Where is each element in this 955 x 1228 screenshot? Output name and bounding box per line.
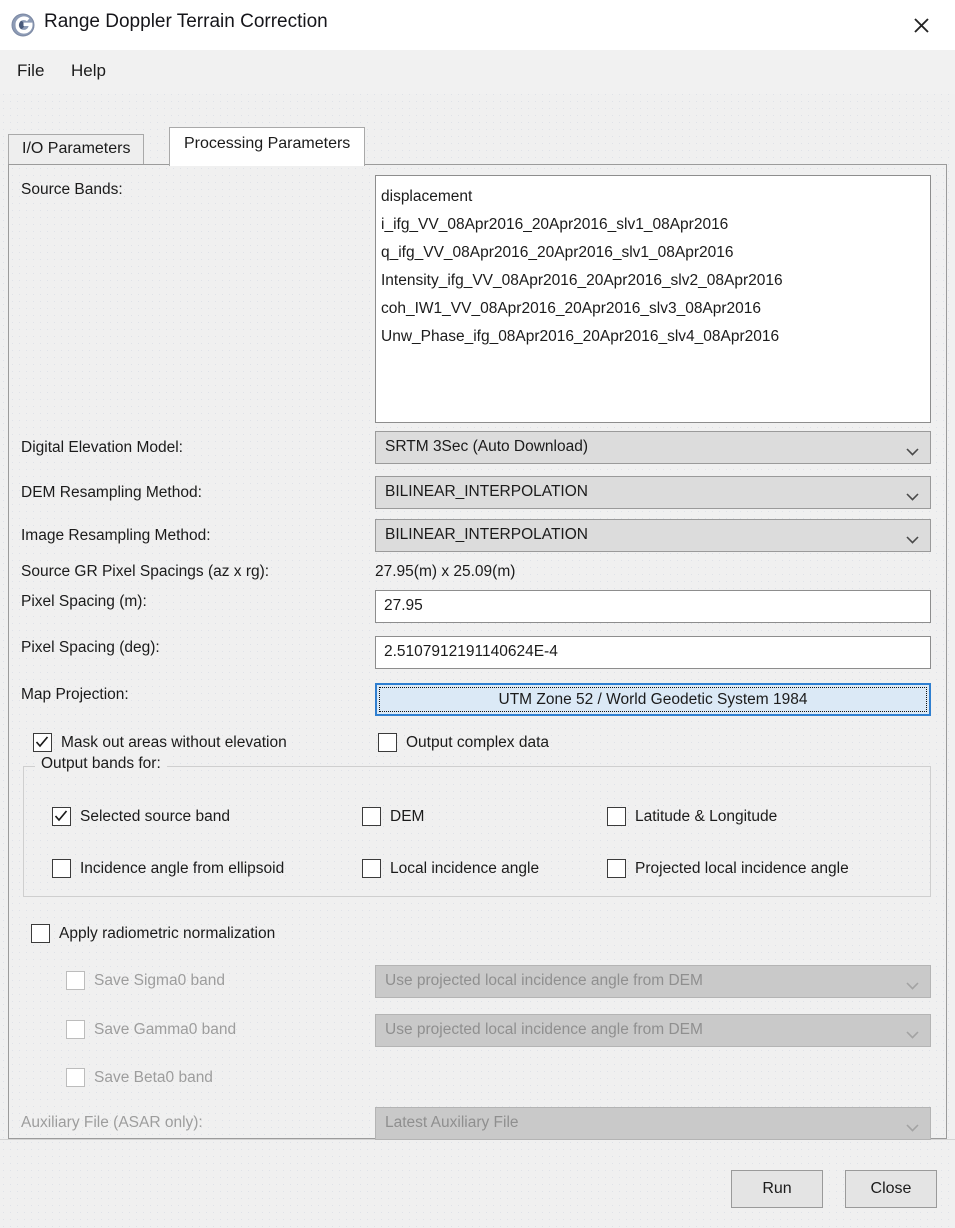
checkbox-projected-local-incidence-angle[interactable]: Projected local incidence angle	[607, 859, 849, 878]
image-resampling-label: Image Resampling Method:	[21, 527, 211, 544]
processing-parameters-panel: Source Bands: displacement i_ifg_VV_08Ap…	[8, 164, 947, 1140]
dem-value: SRTM 3Sec (Auto Download)	[385, 438, 589, 455]
checkbox-checked-icon	[33, 733, 52, 752]
menu-bar: File Help	[0, 50, 955, 94]
list-item[interactable]: i_ifg_VV_08Apr2016_20Apr2016_slv1_08Apr2…	[381, 211, 930, 239]
checkbox-unchecked-icon	[52, 859, 71, 878]
menu-item-file[interactable]: File	[14, 61, 47, 81]
source-gr-spacings-label: Source GR Pixel Spacings (az x rg):	[21, 563, 270, 580]
checkbox-projected-local-incidence-angle-label: Projected local incidence angle	[635, 859, 849, 877]
checkbox-output-complex-data-label: Output complex data	[406, 733, 550, 751]
gamma0-incidence-angle-value: Use projected local incidence angle from…	[385, 1021, 703, 1038]
dem-resampling-value: BILINEAR_INTERPOLATION	[385, 483, 588, 500]
dem-resampling-combobox[interactable]: BILINEAR_INTERPOLATION	[375, 476, 931, 509]
checkbox-selected-source-band[interactable]: Selected source band	[52, 807, 230, 826]
output-bands-group: Output bands for: Selected source band D…	[23, 755, 931, 897]
chevron-down-icon	[906, 443, 919, 456]
checkbox-unchecked-icon	[378, 733, 397, 752]
checkbox-mask-out-areas-label: Mask out areas without elevation	[61, 733, 287, 751]
checkbox-save-sigma0-band: Save Sigma0 band	[66, 971, 225, 990]
checkbox-unchecked-icon	[607, 859, 626, 878]
checkbox-mask-out-areas[interactable]: Mask out areas without elevation	[33, 733, 287, 752]
output-bands-legend: Output bands for:	[35, 755, 167, 773]
checkbox-save-beta0-band-label: Save Beta0 band	[94, 1068, 213, 1086]
checkbox-unchecked-icon	[607, 807, 626, 826]
checkbox-unchecked-icon	[31, 924, 50, 943]
auxiliary-file-combobox: Latest Auxiliary File	[375, 1107, 931, 1140]
snap-app-icon	[10, 12, 36, 38]
auxiliary-file-value: Latest Auxiliary File	[385, 1114, 519, 1131]
chevron-down-icon	[906, 488, 919, 501]
source-bands-label: Source Bands:	[21, 181, 123, 198]
map-projection-label: Map Projection:	[21, 686, 129, 703]
pixel-spacing-m-value: 27.95	[384, 597, 423, 614]
image-resampling-value: BILINEAR_INTERPOLATION	[385, 526, 588, 543]
checkbox-apply-radiometric-normalization[interactable]: Apply radiometric normalization	[31, 924, 275, 943]
pixel-spacing-deg-input[interactable]: 2.5107912191140624E-4	[375, 636, 931, 669]
tab-processing-parameters[interactable]: Processing Parameters	[169, 127, 366, 166]
checkbox-checked-icon	[52, 807, 71, 826]
pixel-spacing-m-input[interactable]: 27.95	[375, 590, 931, 623]
list-item[interactable]: displacement	[381, 183, 930, 211]
list-item[interactable]: Unw_Phase_ifg_08Apr2016_20Apr2016_slv4_0…	[381, 323, 930, 351]
source-bands-list[interactable]: displacement i_ifg_VV_08Apr2016_20Apr201…	[375, 175, 931, 423]
dem-label: Digital Elevation Model:	[21, 439, 183, 456]
checkbox-save-sigma0-band-label: Save Sigma0 band	[94, 971, 225, 989]
dem-resampling-label: DEM Resampling Method:	[21, 484, 202, 501]
dialog-footer: Run Close	[0, 1139, 955, 1228]
tab-strip: I/O Parameters Processing Parameters	[0, 94, 955, 166]
chevron-down-icon	[906, 1026, 919, 1039]
checkbox-save-beta0-band: Save Beta0 band	[66, 1068, 213, 1087]
auxiliary-file-label: Auxiliary File (ASAR only):	[21, 1114, 203, 1131]
pixel-spacing-deg-label: Pixel Spacing (deg):	[21, 639, 160, 656]
checkbox-unchecked-icon	[66, 971, 85, 990]
list-item[interactable]: coh_IW1_VV_08Apr2016_20Apr2016_slv3_08Ap…	[381, 295, 930, 323]
image-resampling-combobox[interactable]: BILINEAR_INTERPOLATION	[375, 519, 931, 552]
checkbox-unchecked-icon	[66, 1068, 85, 1087]
map-projection-value: UTM Zone 52 / World Geodetic System 1984	[498, 690, 808, 708]
pixel-spacing-deg-value: 2.5107912191140624E-4	[384, 643, 558, 660]
checkbox-unchecked-icon	[66, 1020, 85, 1039]
checkbox-latitude-longitude[interactable]: Latitude & Longitude	[607, 807, 777, 826]
checkbox-unchecked-icon	[362, 859, 381, 878]
chevron-down-icon	[906, 531, 919, 544]
dem-combobox[interactable]: SRTM 3Sec (Auto Download)	[375, 431, 931, 464]
chevron-down-icon	[906, 977, 919, 990]
list-item[interactable]: Intensity_ifg_VV_08Apr2016_20Apr2016_slv…	[381, 267, 930, 295]
menu-item-help[interactable]: Help	[68, 61, 109, 81]
title-bar: Range Doppler Terrain Correction	[0, 0, 955, 50]
checkbox-dem-label: DEM	[390, 807, 425, 825]
checkbox-dem[interactable]: DEM	[362, 807, 424, 826]
checkbox-incidence-angle-from-ellipsoid[interactable]: Incidence angle from ellipsoid	[52, 859, 284, 878]
pixel-spacing-m-label: Pixel Spacing (m):	[21, 593, 147, 610]
close-button[interactable]: Close	[845, 1170, 937, 1208]
checkbox-unchecked-icon	[362, 807, 381, 826]
checkbox-selected-source-band-label: Selected source band	[80, 807, 230, 825]
tab-io-parameters[interactable]: I/O Parameters	[8, 134, 145, 166]
chevron-down-icon	[906, 1119, 919, 1132]
close-icon[interactable]	[903, 8, 939, 42]
checkbox-save-gamma0-band: Save Gamma0 band	[66, 1020, 236, 1039]
checkbox-local-incidence-angle[interactable]: Local incidence angle	[362, 859, 539, 878]
map-projection-button[interactable]: UTM Zone 52 / World Geodetic System 1984	[375, 683, 931, 716]
source-gr-spacings-value: 27.95(m) x 25.09(m)	[375, 563, 516, 580]
sigma0-incidence-angle-value: Use projected local incidence angle from…	[385, 972, 703, 989]
checkbox-output-complex-data[interactable]: Output complex data	[378, 733, 549, 752]
window-title: Range Doppler Terrain Correction	[44, 11, 328, 32]
checkbox-save-gamma0-band-label: Save Gamma0 band	[94, 1020, 237, 1038]
gamma0-incidence-angle-combobox: Use projected local incidence angle from…	[375, 1014, 931, 1047]
list-item[interactable]: q_ifg_VV_08Apr2016_20Apr2016_slv1_08Apr2…	[381, 239, 930, 267]
checkbox-incidence-angle-from-ellipsoid-label: Incidence angle from ellipsoid	[80, 859, 285, 877]
checkbox-latitude-longitude-label: Latitude & Longitude	[635, 807, 778, 825]
checkbox-apply-radiometric-normalization-label: Apply radiometric normalization	[59, 924, 276, 942]
sigma0-incidence-angle-combobox: Use projected local incidence angle from…	[375, 965, 931, 998]
checkbox-local-incidence-angle-label: Local incidence angle	[390, 859, 540, 877]
run-button[interactable]: Run	[731, 1170, 823, 1208]
